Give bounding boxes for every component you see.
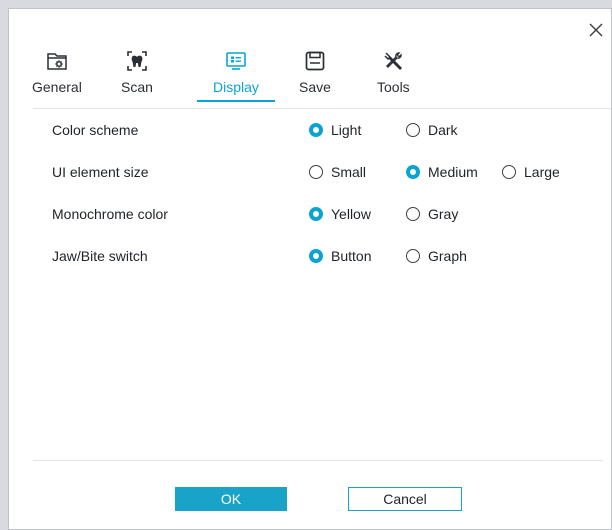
close-icon[interactable] (587, 21, 605, 39)
setting-label: Monochrome color (52, 206, 168, 222)
radio-graph[interactable]: Graph (406, 246, 467, 266)
tab-general[interactable]: General (32, 49, 82, 95)
tab-display[interactable]: Display (197, 49, 275, 102)
radio-label: Light (331, 122, 362, 138)
setting-row-monochrome-color: Monochrome color Yellow Gray (52, 204, 611, 246)
radio-label: Large (524, 164, 560, 180)
tab-save-label: Save (299, 79, 331, 95)
cancel-button[interactable]: Cancel (348, 487, 462, 511)
tab-scan-label: Scan (121, 79, 153, 95)
settings-list: Color scheme Light Dark UI element size … (52, 120, 611, 288)
radio-selected-icon (309, 249, 323, 263)
radio-unselected-icon (309, 165, 323, 179)
setting-label: Jaw/Bite switch (52, 248, 148, 264)
floppy-disk-icon (305, 51, 325, 71)
radio-unselected-icon (406, 207, 420, 221)
radio-selected-icon (406, 165, 420, 179)
radio-label: Small (331, 164, 367, 180)
radio-medium[interactable]: Medium (406, 162, 478, 182)
ok-button[interactable]: OK (175, 487, 287, 511)
tab-bar: General Scan Display Save Tools (32, 49, 611, 102)
setting-row-ui-element-size: UI element size Small Medium Large (52, 162, 611, 204)
tab-general-label: General (32, 79, 82, 95)
setting-label: Color scheme (52, 122, 139, 138)
radio-unselected-icon (502, 165, 516, 179)
radio-label: Button (331, 248, 372, 264)
tab-scan[interactable]: Scan (121, 49, 153, 95)
tab-display-label: Display (213, 79, 259, 95)
folder-gear-icon (47, 53, 67, 70)
tab-save[interactable]: Save (299, 49, 331, 95)
radio-label: Dark (428, 122, 458, 138)
radio-label: Yellow (331, 206, 371, 222)
radio-label: Medium (428, 164, 478, 180)
radio-light[interactable]: Light (309, 120, 361, 140)
radio-selected-icon (309, 123, 323, 137)
setting-row-jaw-bite-switch: Jaw/Bite switch Button Graph (52, 246, 611, 288)
settings-dialog: General Scan Display Save Tools Color sc… (8, 8, 612, 530)
footer-divider (33, 460, 603, 461)
radio-selected-icon (309, 207, 323, 221)
radio-button[interactable]: Button (309, 246, 371, 266)
radio-dark[interactable]: Dark (406, 120, 458, 140)
tab-tools[interactable]: Tools (377, 49, 410, 95)
tooth-scan-icon (127, 51, 147, 71)
tab-tools-label: Tools (377, 79, 410, 95)
setting-row-color-scheme: Color scheme Light Dark (52, 120, 611, 162)
setting-label: UI element size (52, 164, 149, 180)
radio-label: Graph (428, 248, 467, 264)
tools-icon (384, 52, 403, 71)
tab-divider (33, 108, 611, 109)
radio-large[interactable]: Large (502, 162, 560, 182)
radio-label: Gray (428, 206, 459, 222)
radio-small[interactable]: Small (309, 162, 366, 182)
monitor-icon (226, 52, 246, 70)
radio-gray[interactable]: Gray (406, 204, 458, 224)
radio-unselected-icon (406, 249, 420, 263)
radio-unselected-icon (406, 123, 420, 137)
radio-yellow[interactable]: Yellow (309, 204, 371, 224)
